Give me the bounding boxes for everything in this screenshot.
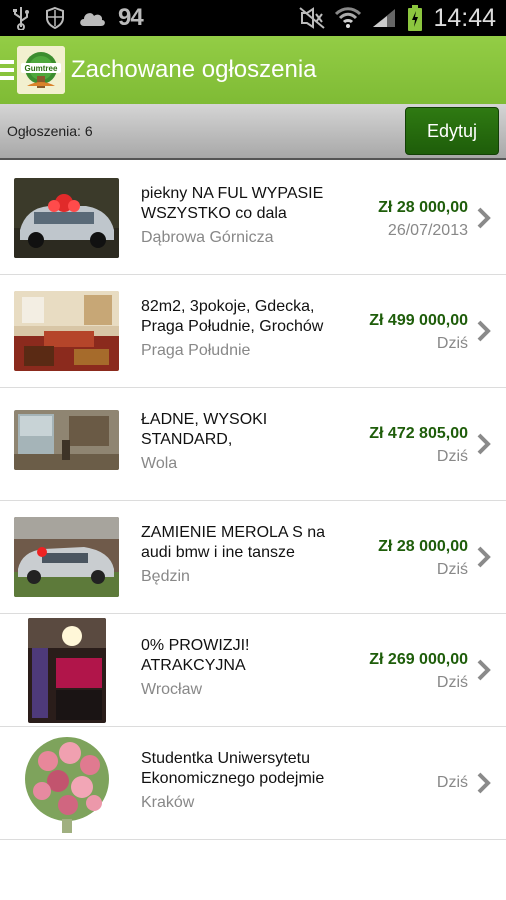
battery-icon [407,5,423,31]
chevron-right-icon [477,320,491,342]
saved-listings: piekny NA FUL WYPASIE WSZYSTKO co dala D… [0,162,506,840]
menu-icon[interactable] [0,60,14,80]
status-bar: 94 14:44 [0,0,506,36]
listing-date: Dziś [436,674,468,691]
chevron-right-icon [477,772,491,794]
chevron-right-icon [477,433,491,455]
page-title: Zachowane ogłoszenia [71,56,317,83]
listing-date: 26/07/2013 [387,222,468,239]
signal-icon [371,7,397,29]
listing-row[interactable]: 82m2, 3pokoje, Gdecka, Praga Południe, G… [0,275,506,388]
clock: 14:44 [433,3,496,32]
listing-price: Zł 472 805,00 [369,425,468,442]
listing-location: Dąbrowa Górnicza [141,229,274,246]
listing-thumbnail [18,731,116,836]
usb-icon [10,7,32,30]
listing-thumbnail [28,618,106,723]
notification-count: 94 [118,4,144,31]
listing-location: Wola [141,455,178,472]
listing-price: Zł 269 000,00 [369,651,468,668]
listing-row[interactable]: ZAMIENIE MEROLA S na audi bmw i ine tans… [0,501,506,614]
listing-location: Praga Południe [141,342,251,359]
chevron-right-icon [477,207,491,229]
listing-location: Wrocław [141,681,203,698]
listing-thumbnail [14,178,119,258]
mute-icon [299,7,326,29]
listing-row[interactable]: 0% PROWIZJI! ATRAKCYJNA Wrocław Zł 269 0… [0,614,506,727]
listing-date: Dziś [436,774,468,791]
cloud-icon [78,7,106,29]
wifi-icon [335,7,362,29]
shield-icon [44,6,66,30]
listing-thumbnail [14,517,119,597]
listing-row[interactable]: ŁADNE, WYSOKI STANDARD, Wola Zł 472 805,… [0,388,506,501]
listing-price: Zł 28 000,00 [378,538,468,555]
chevron-right-icon [477,659,491,681]
svg-text:Gumtree: Gumtree [25,64,58,73]
listing-title: piekny NA FUL WYPASIE WSZYSTKO co dala [141,185,324,222]
listing-date: Dziś [436,335,468,352]
listing-location: Kraków [141,794,195,811]
chevron-right-icon [477,546,491,568]
listing-thumbnail [14,410,119,470]
listing-date: Dziś [436,448,468,465]
listing-thumbnail [14,291,119,371]
gumtree-logo[interactable]: Gumtree [17,46,65,94]
listing-date: Dziś [436,561,468,578]
listing-title: 82m2, 3pokoje, Gdecka, Praga Południe, G… [141,298,324,335]
listing-price: Zł 28 000,00 [378,199,468,216]
listing-row[interactable]: piekny NA FUL WYPASIE WSZYSTKO co dala D… [0,162,506,275]
app-bar: Gumtree Zachowane ogłoszenia [0,36,506,104]
listing-price: Zł 499 000,00 [369,312,468,329]
listing-location: Będzin [141,568,190,585]
listing-toolbar: Ogłoszenia: 6 Edytuj [0,104,506,160]
listing-title: 0% PROWIZJI! ATRAKCYJNA [141,637,250,674]
listing-count: Ogłoszenia: 6 [7,123,93,139]
listing-title: ZAMIENIE MEROLA S na audi bmw i ine tans… [141,524,326,561]
edit-button[interactable]: Edytuj [405,107,499,155]
listing-row[interactable]: Studentka Uniwersytetu Ekonomicznego pod… [0,727,506,840]
listing-title: ŁADNE, WYSOKI STANDARD, [141,411,268,448]
listing-title: Studentka Uniwersytetu Ekonomicznego pod… [141,750,325,787]
